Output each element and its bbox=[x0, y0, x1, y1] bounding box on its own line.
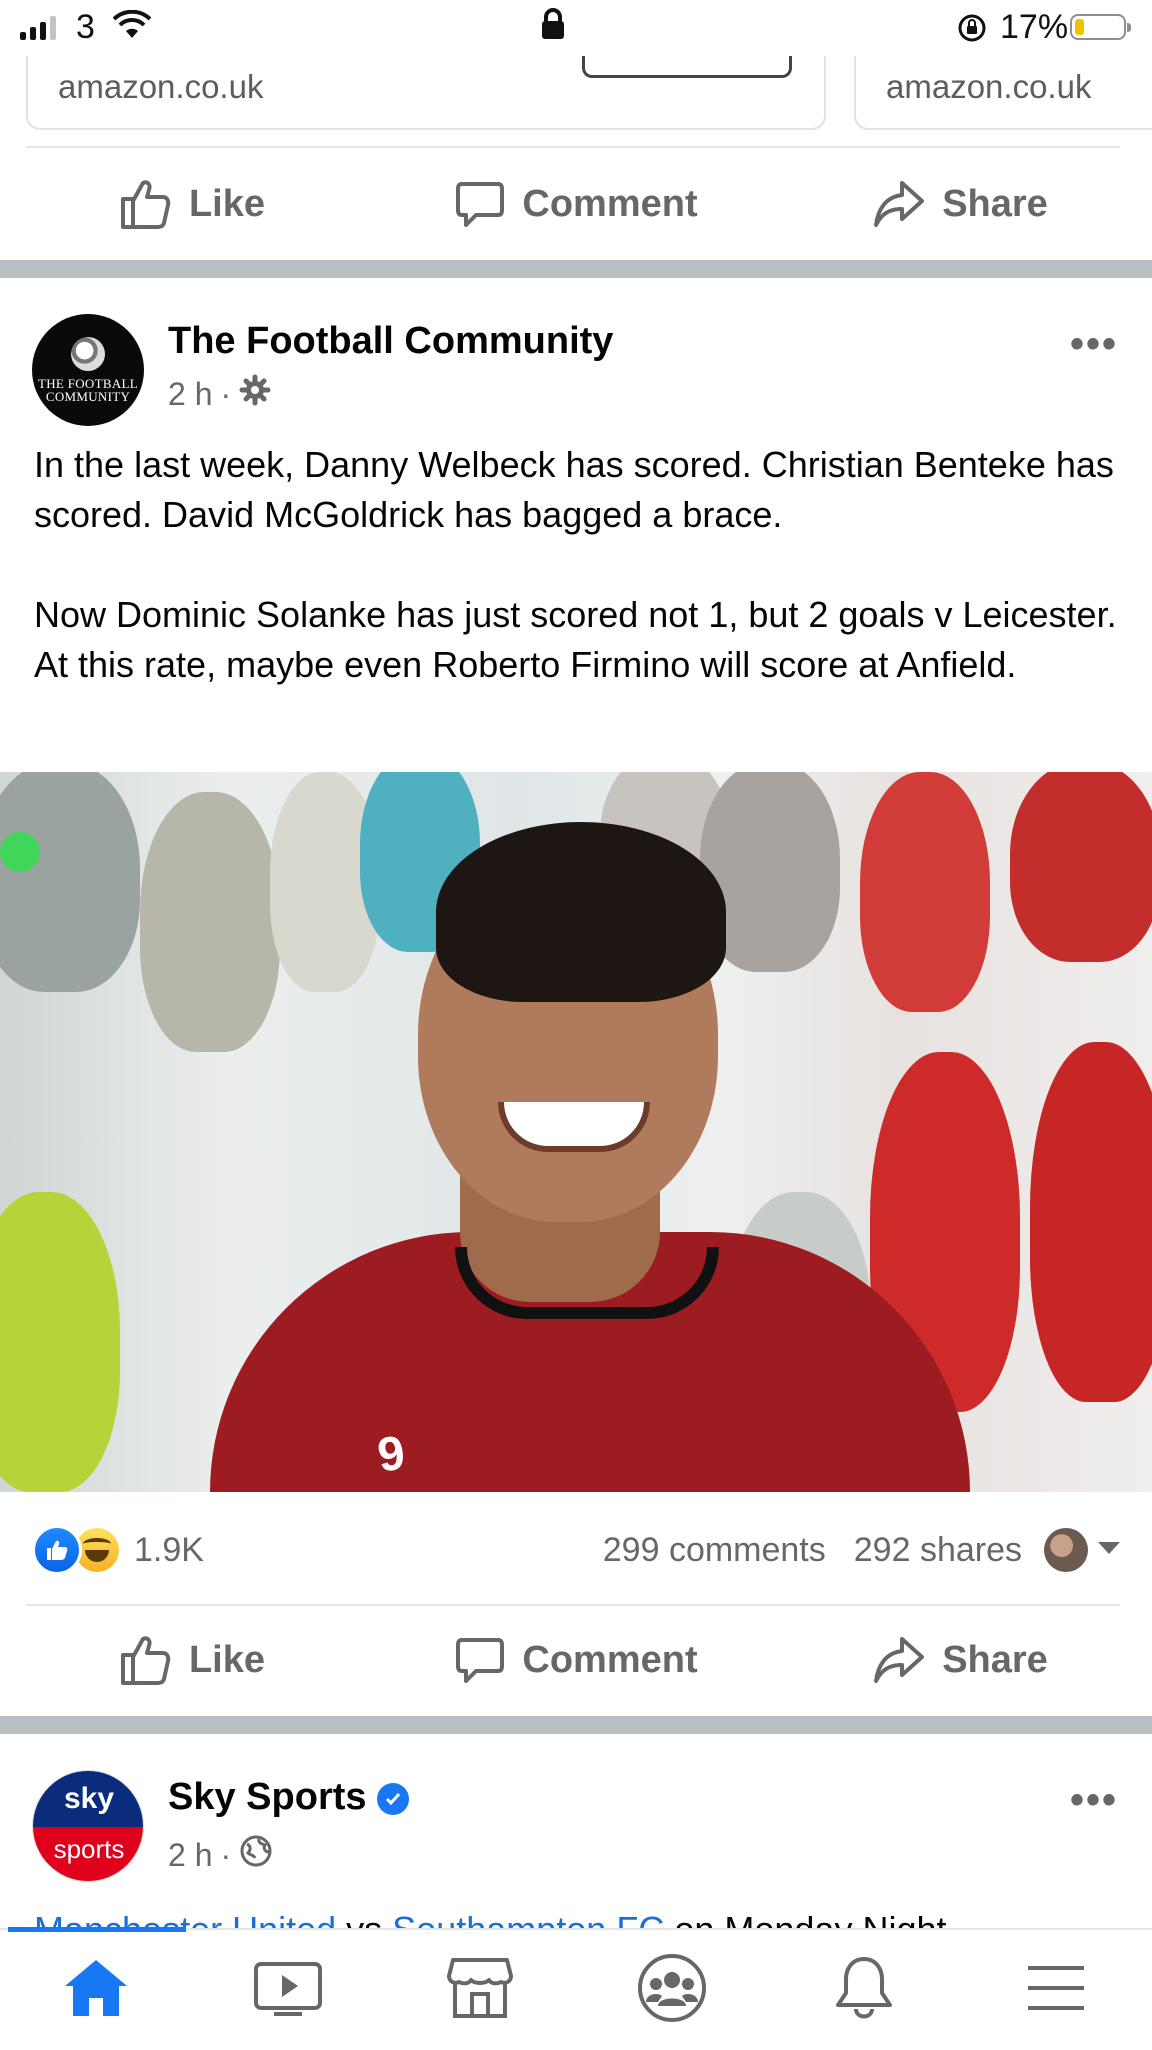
share-icon bbox=[872, 179, 926, 229]
share-label: Share bbox=[942, 1638, 1048, 1681]
page-avatar[interactable]: THE FOOTBALL COMMUNITY bbox=[32, 314, 144, 426]
avatar-text: sports bbox=[33, 1827, 143, 1881]
dot-separator: · bbox=[220, 1836, 232, 1873]
post-text: In the last week, Danny Welbeck has scor… bbox=[34, 440, 1124, 690]
comment-icon bbox=[454, 178, 506, 230]
comment-button[interactable]: Comment bbox=[384, 1610, 768, 1710]
lock-icon bbox=[540, 8, 566, 45]
globe-icon bbox=[239, 1834, 273, 1876]
nav-notifications[interactable] bbox=[804, 1940, 924, 2040]
share-icon bbox=[872, 1635, 926, 1685]
menu-icon bbox=[1024, 1962, 1088, 2019]
post-paragraph: Now Dominic Solanke has just scored not … bbox=[34, 594, 1117, 685]
like-label: Like bbox=[188, 182, 266, 225]
avatar-text: sky bbox=[33, 1771, 143, 1827]
like-button[interactable]: Like bbox=[0, 1610, 384, 1710]
more-options-button[interactable]: ••• bbox=[1070, 1778, 1118, 1823]
page-name[interactable]: Sky Sports bbox=[168, 1776, 367, 1818]
home-icon bbox=[61, 1956, 131, 2025]
post-time[interactable]: 2 h bbox=[168, 1837, 212, 1874]
dot-separator: · bbox=[220, 375, 232, 412]
comment-label: Comment bbox=[522, 1638, 698, 1681]
reactions-count: 1.9K bbox=[134, 1530, 204, 1569]
reactions-row: 1.9K 299 comments 292 shares bbox=[32, 1522, 1122, 1578]
like-label: Like bbox=[188, 1638, 266, 1681]
signal-strength-icon bbox=[20, 14, 56, 40]
carrier-label: 3 bbox=[76, 8, 95, 46]
comment-icon bbox=[454, 1634, 506, 1686]
share-label: Share bbox=[942, 182, 1048, 225]
share-button[interactable]: Share bbox=[768, 1610, 1152, 1710]
ad-domain: amazon.co.uk bbox=[886, 68, 1092, 105]
page-avatar[interactable]: sky sports bbox=[32, 1770, 144, 1882]
video-icon bbox=[252, 1958, 324, 2023]
shares-count[interactable]: 292 shares bbox=[854, 1531, 1022, 1570]
thumbs-up-icon bbox=[119, 177, 173, 231]
action-bar: Like Comment Share bbox=[0, 154, 1152, 254]
feed-separator bbox=[0, 260, 1152, 278]
nav-marketplace[interactable] bbox=[420, 1940, 540, 2040]
notifications-icon bbox=[834, 1955, 894, 2026]
bottom-nav bbox=[0, 1927, 1152, 2050]
wifi-icon bbox=[112, 9, 152, 45]
comment-button[interactable]: Comment bbox=[384, 154, 768, 254]
active-tab-indicator bbox=[8, 1927, 186, 1932]
like-button[interactable]: Like bbox=[0, 154, 384, 254]
share-button[interactable]: Share bbox=[768, 154, 1152, 254]
reactions-summary[interactable]: 1.9K bbox=[32, 1525, 204, 1575]
gear-icon bbox=[239, 374, 271, 414]
divider bbox=[26, 1604, 1120, 1606]
nav-groups[interactable] bbox=[612, 1940, 732, 2040]
like-reaction-icon bbox=[32, 1525, 82, 1575]
divider bbox=[26, 146, 1120, 148]
post-photo[interactable]: 9 bbox=[0, 772, 1152, 1492]
more-options-button[interactable]: ••• bbox=[1070, 322, 1118, 367]
chevron-down-icon[interactable] bbox=[1096, 1540, 1122, 1561]
status-bar: 3 17% bbox=[0, 0, 1152, 56]
nav-video[interactable] bbox=[228, 1940, 348, 2040]
post-paragraph: In the last week, Danny Welbeck has scor… bbox=[34, 444, 1114, 535]
avatar-text: COMMUNITY bbox=[45, 389, 131, 404]
thumbs-up-icon bbox=[119, 1633, 173, 1687]
battery-percentage: 17% bbox=[1000, 8, 1069, 46]
battery-icon bbox=[1070, 14, 1131, 40]
comment-label: Comment bbox=[522, 182, 698, 225]
post-meta: 2 h · bbox=[168, 1834, 273, 1876]
nav-home[interactable] bbox=[36, 1940, 156, 2040]
nav-menu[interactable] bbox=[996, 1940, 1116, 2040]
page-name-row: Sky Sports bbox=[168, 1776, 409, 1819]
groups-icon bbox=[636, 1952, 708, 2029]
comments-count[interactable]: 299 comments bbox=[603, 1531, 826, 1570]
verified-badge-icon bbox=[376, 1782, 409, 1815]
football-icon bbox=[71, 337, 105, 371]
ad-domain: amazon.co.uk bbox=[58, 68, 264, 105]
feed-separator bbox=[0, 1716, 1152, 1734]
avatar[interactable] bbox=[1044, 1528, 1088, 1572]
rotation-lock-icon bbox=[956, 12, 988, 49]
post-time[interactable]: 2 h bbox=[168, 376, 212, 413]
action-bar: Like Comment Share bbox=[0, 1610, 1152, 1710]
marketplace-icon bbox=[445, 1956, 515, 2025]
page-name[interactable]: The Football Community bbox=[168, 320, 613, 363]
post-meta: 2 h · bbox=[168, 374, 271, 414]
